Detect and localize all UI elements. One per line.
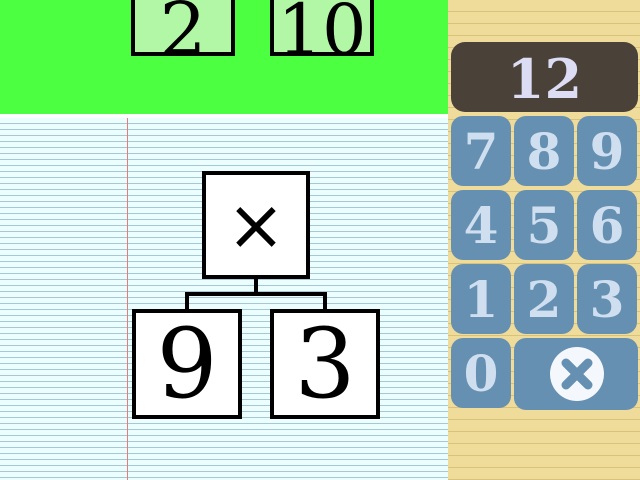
key-9[interactable]: 9 [577, 116, 637, 186]
key-4[interactable]: 4 [451, 190, 511, 260]
paper-margin-line [127, 118, 128, 480]
tree-connector-bar [185, 292, 327, 296]
key-6[interactable]: 6 [577, 190, 637, 260]
key-5[interactable]: 5 [514, 190, 574, 260]
top-equation-area: 2 10 [0, 0, 448, 114]
key-7[interactable]: 7 [451, 116, 511, 186]
operator-box: × [202, 171, 310, 279]
operand-box-right: 3 [270, 309, 380, 419]
clear-button[interactable] [514, 338, 638, 410]
key-2[interactable]: 2 [514, 264, 574, 334]
top-number-tile-left[interactable]: 2 [131, 0, 235, 56]
answer-display: 12 [451, 42, 638, 112]
top-number-tile-right[interactable]: 10 [270, 0, 374, 56]
tree-connector-stem [254, 279, 258, 293]
key-8[interactable]: 8 [514, 116, 574, 186]
operand-box-left: 9 [132, 309, 242, 419]
clear-circle-x-icon [550, 347, 604, 401]
key-0[interactable]: 0 [451, 338, 511, 408]
key-1[interactable]: 1 [451, 264, 511, 334]
key-3[interactable]: 3 [577, 264, 637, 334]
